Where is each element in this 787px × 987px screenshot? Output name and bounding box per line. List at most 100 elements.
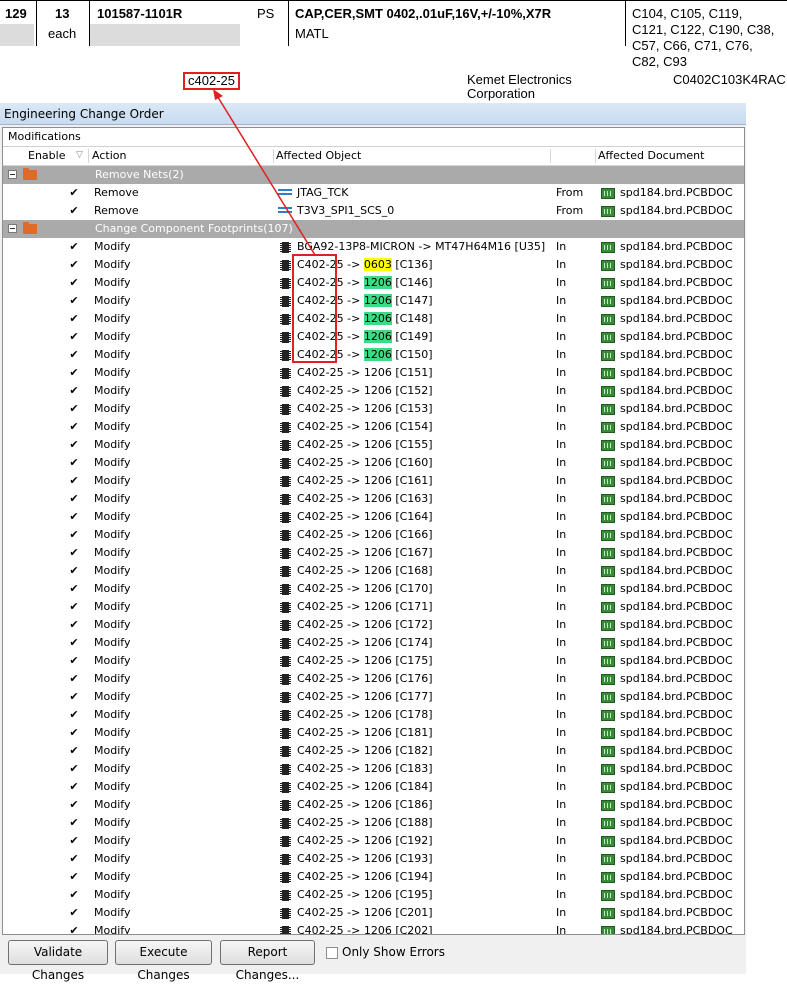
change-row[interactable]: ✔ Modify C402-25 -> 1206 [C183] In spd184.br… (3, 760, 744, 778)
change-row[interactable]: ✔ Modify C402-25 -> 1206 [C150] In spd184.br… (3, 346, 744, 364)
change-row[interactable]: ✔ Modify C402-25 -> 1206 [C172] In spd184.br… (3, 616, 744, 634)
change-row[interactable]: ✔ Modify C402-25 -> 0603 [C136] In spd184.br… (3, 256, 744, 274)
enable-checkbox[interactable]: ✔ (68, 385, 80, 397)
change-row[interactable]: ✔ Modify C402-25 -> 1206 [C176] In spd184.br… (3, 670, 744, 688)
enable-checkbox[interactable]: ✔ (68, 691, 80, 703)
enable-checkbox[interactable]: ✔ (68, 835, 80, 847)
change-row[interactable]: ✔ Modify C402-25 -> 1206 [C168] In spd184.br… (3, 562, 744, 580)
enable-checkbox[interactable]: ✔ (68, 853, 80, 865)
enable-checkbox[interactable]: ✔ (68, 493, 80, 505)
enable-checkbox[interactable]: ✔ (68, 511, 80, 523)
enable-checkbox[interactable]: ✔ (68, 313, 80, 325)
change-row[interactable]: ✔ Modify C402-25 -> 1206 [C195] In spd184.br… (3, 886, 744, 904)
enable-checkbox[interactable]: ✔ (68, 259, 80, 271)
enable-checkbox[interactable]: ✔ (68, 655, 80, 667)
column-divider[interactable] (550, 149, 551, 163)
change-row[interactable]: ✔ Modify C402-25 -> 1206 [C192] In spd184.br… (3, 832, 744, 850)
column-divider[interactable] (595, 149, 596, 163)
enable-checkbox[interactable]: ✔ (68, 673, 80, 685)
enable-checkbox[interactable]: ✔ (68, 637, 80, 649)
change-row[interactable]: ✔ Modify C402-25 -> 1206 [C174] In spd184.br… (3, 634, 744, 652)
change-row[interactable]: ✔ Modify C402-25 -> 1206 [C146] In spd184.br… (3, 274, 744, 292)
change-row[interactable]: ✔ Modify C402-25 -> 1206 [C155] In spd184.br… (3, 436, 744, 454)
col-header-affected-object[interactable]: Affected Object (276, 147, 361, 164)
enable-checkbox[interactable]: ✔ (68, 619, 80, 631)
execute-changes-button[interactable]: Execute Changes (115, 940, 212, 982)
change-row[interactable]: ✔ Modify C402-25 -> 1206 [C148] In spd184.br… (3, 310, 744, 328)
group-row[interactable]: Remove Nets(2) (3, 166, 744, 184)
enable-checkbox[interactable]: ✔ (68, 889, 80, 901)
change-row[interactable]: ✔ Remove JTAG_TCK From spd184.brd.PCBDOC (3, 184, 744, 202)
enable-checkbox[interactable]: ✔ (68, 205, 80, 217)
enable-checkbox[interactable]: ✔ (68, 565, 80, 577)
change-row[interactable]: ✔ Modify C402-25 -> 1206 [C161] In spd184.br… (3, 472, 744, 490)
enable-checkbox[interactable]: ✔ (68, 583, 80, 595)
enable-checkbox[interactable]: ✔ (68, 241, 80, 253)
change-row[interactable]: ✔ Modify C402-25 -> 1206 [C194] In spd184.br… (3, 868, 744, 886)
column-divider[interactable] (88, 149, 89, 163)
change-row[interactable]: ✔ Remove T3V3_SPI1_SCS_0 From spd184.brd.PCB… (3, 202, 744, 220)
group-row[interactable]: Change Component Footprints(107) (3, 220, 744, 238)
change-row[interactable]: ✔ Modify C402-25 -> 1206 [C153] In spd184.br… (3, 400, 744, 418)
col-header-action[interactable]: Action (92, 147, 126, 164)
modifications-grid[interactable]: Modifications Enable ▽ Action Affected O… (2, 127, 745, 935)
change-row[interactable]: ✔ Modify C402-25 -> 1206 [C164] In spd184.br… (3, 508, 744, 526)
col-header-affected-document[interactable]: Affected Document (598, 147, 704, 164)
change-row[interactable]: ✔ Modify C402-25 -> 1206 [C147] In spd184.br… (3, 292, 744, 310)
change-row[interactable]: ✔ Modify C402-25 -> 1206 [C152] In spd184.br… (3, 382, 744, 400)
change-row[interactable]: ✔ Modify C402-25 -> 1206 [C163] In spd184.br… (3, 490, 744, 508)
column-divider[interactable] (273, 149, 274, 163)
change-row[interactable]: ✔ Modify C402-25 -> 1206 [C182] In spd184.br… (3, 742, 744, 760)
enable-checkbox[interactable]: ✔ (68, 295, 80, 307)
change-row[interactable]: ✔ Modify C402-25 -> 1206 [C202] In spd184.br… (3, 922, 744, 935)
change-row[interactable]: ✔ Modify C402-25 -> 1206 [C181] In spd184.br… (3, 724, 744, 742)
enable-checkbox[interactable]: ✔ (68, 439, 80, 451)
col-header-enable[interactable]: Enable (28, 147, 65, 164)
validate-changes-button[interactable]: Validate Changes (8, 940, 108, 982)
enable-checkbox[interactable]: ✔ (68, 601, 80, 613)
change-row[interactable]: ✔ Modify C402-25 -> 1206 [C160] In spd184.br… (3, 454, 744, 472)
enable-checkbox[interactable]: ✔ (68, 781, 80, 793)
only-show-errors-checkbox[interactable] (326, 947, 338, 959)
enable-checkbox[interactable]: ✔ (68, 187, 80, 199)
enable-checkbox[interactable]: ✔ (68, 277, 80, 289)
enable-checkbox[interactable]: ✔ (68, 457, 80, 469)
change-row[interactable]: ✔ Modify C402-25 -> 1206 [C175] In spd184.br… (3, 652, 744, 670)
report-changes-button[interactable]: Report Changes... (220, 940, 315, 982)
change-row[interactable]: ✔ Modify C402-25 -> 1206 [C178] In spd184.br… (3, 706, 744, 724)
enable-checkbox[interactable]: ✔ (68, 925, 80, 935)
change-row[interactable]: ✔ Modify C402-25 -> 1206 [C154] In spd184.br… (3, 418, 744, 436)
collapse-icon[interactable] (8, 224, 17, 233)
change-row[interactable]: ✔ Modify C402-25 -> 1206 [C171] In spd184.br… (3, 598, 744, 616)
change-row[interactable]: ✔ Modify C402-25 -> 1206 [C166] In spd184.br… (3, 526, 744, 544)
change-row[interactable]: ✔ Modify BGA92-13P8-MICRON -> MT47H64M16 [… (3, 238, 744, 256)
enable-checkbox[interactable]: ✔ (68, 709, 80, 721)
change-row[interactable]: ✔ Modify C402-25 -> 1206 [C167] In spd184.br… (3, 544, 744, 562)
enable-checkbox[interactable]: ✔ (68, 367, 80, 379)
collapse-icon[interactable] (8, 170, 17, 179)
change-row[interactable]: ✔ Modify C402-25 -> 1206 [C151] In spd184.br… (3, 364, 744, 382)
enable-checkbox[interactable]: ✔ (68, 547, 80, 559)
enable-checkbox[interactable]: ✔ (68, 745, 80, 757)
change-row[interactable]: ✔ Modify C402-25 -> 1206 [C149] In spd184.br… (3, 328, 744, 346)
change-row[interactable]: ✔ Modify C402-25 -> 1206 [C188] In spd184.br… (3, 814, 744, 832)
change-row[interactable]: ✔ Modify C402-25 -> 1206 [C170] In spd184.br… (3, 580, 744, 598)
change-row[interactable]: ✔ Modify C402-25 -> 1206 [C184] In spd184.br… (3, 778, 744, 796)
enable-checkbox[interactable]: ✔ (68, 871, 80, 883)
enable-checkbox[interactable]: ✔ (68, 331, 80, 343)
change-row[interactable]: ✔ Modify C402-25 -> 1206 [C177] In spd184.br… (3, 688, 744, 706)
enable-checkbox[interactable]: ✔ (68, 403, 80, 415)
enable-checkbox[interactable]: ✔ (68, 799, 80, 811)
change-row[interactable]: ✔ Modify C402-25 -> 1206 [C186] In spd184.br… (3, 796, 744, 814)
affected-object: C402-25 -> 1206 [C188] (297, 814, 433, 832)
enable-checkbox[interactable]: ✔ (68, 529, 80, 541)
enable-checkbox[interactable]: ✔ (68, 727, 80, 739)
enable-checkbox[interactable]: ✔ (68, 907, 80, 919)
enable-checkbox[interactable]: ✔ (68, 475, 80, 487)
change-row[interactable]: ✔ Modify C402-25 -> 1206 [C193] In spd184.br… (3, 850, 744, 868)
change-row[interactable]: ✔ Modify C402-25 -> 1206 [C201] In spd184.br… (3, 904, 744, 922)
enable-checkbox[interactable]: ✔ (68, 817, 80, 829)
enable-checkbox[interactable]: ✔ (68, 763, 80, 775)
enable-checkbox[interactable]: ✔ (68, 349, 80, 361)
enable-checkbox[interactable]: ✔ (68, 421, 80, 433)
